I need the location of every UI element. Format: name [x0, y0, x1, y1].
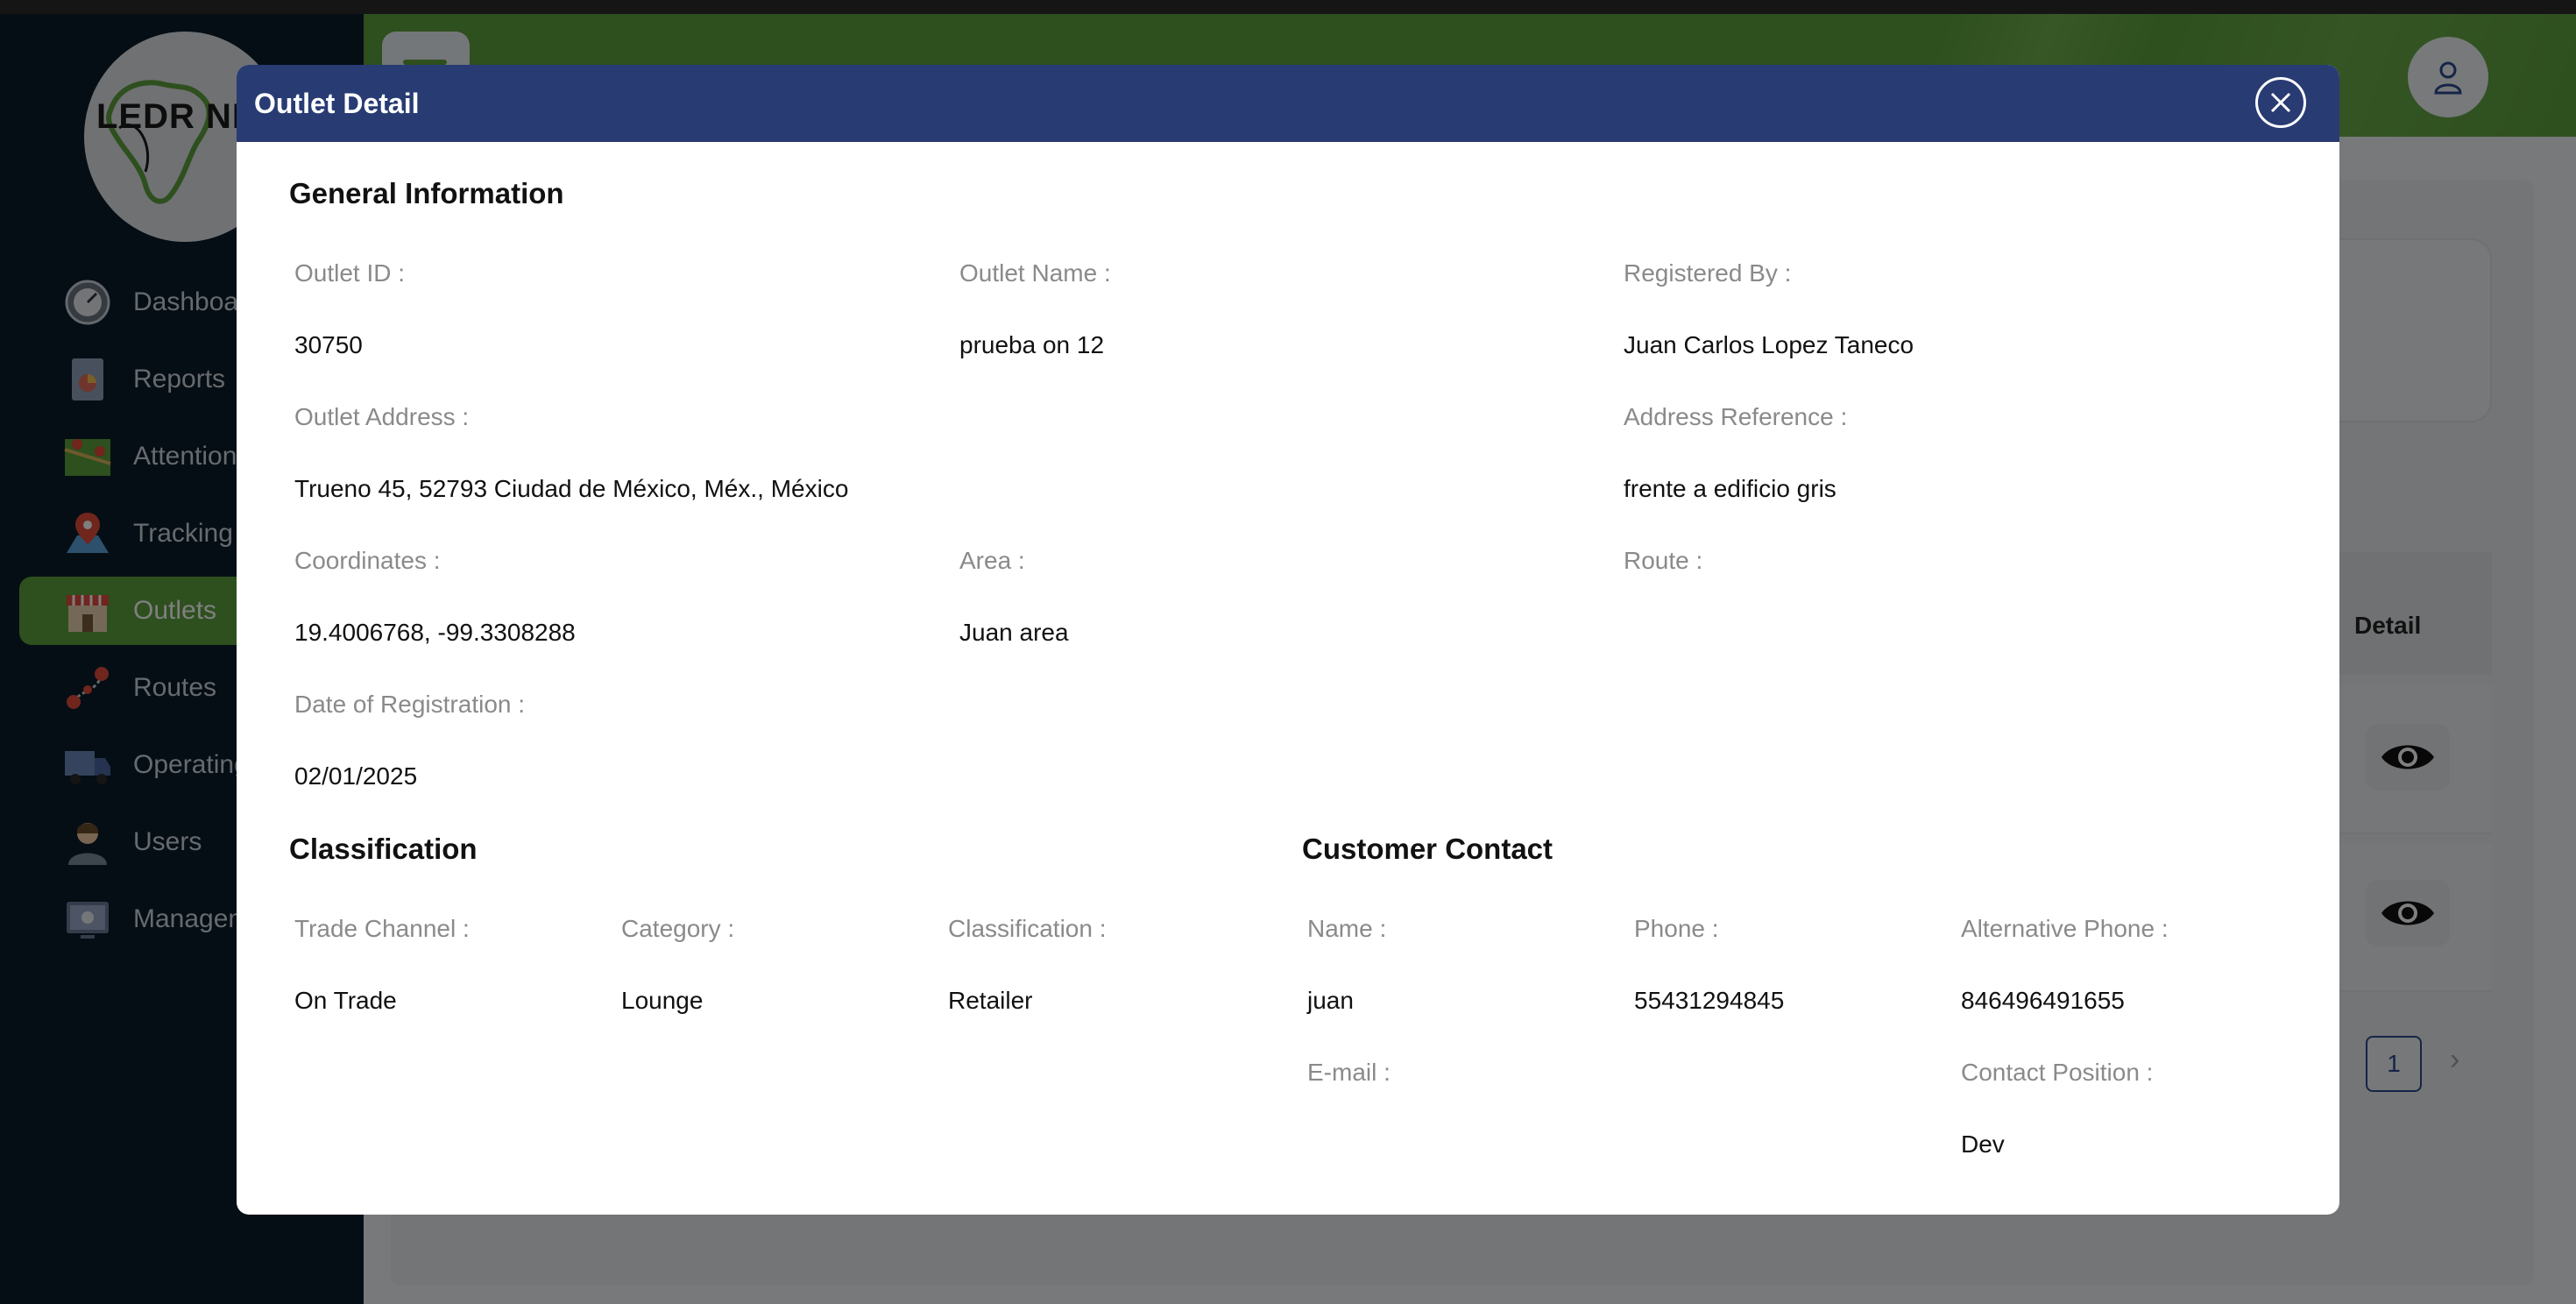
- category-value: Lounge: [621, 987, 704, 1014]
- coordinates-value: 19.4006768, -99.3308288: [294, 619, 576, 646]
- area-label: Area :: [959, 547, 1025, 574]
- outlet-detail-modal: Outlet Detail General Information Outlet…: [237, 65, 2339, 1215]
- phone-label: Phone :: [1634, 915, 1719, 942]
- outlet-name-value: prueba on 12: [959, 331, 1105, 358]
- section-title-classification: Classification: [289, 833, 478, 865]
- outlet-address-value: Trueno 45, 52793 Ciudad de México, Méx.,…: [294, 475, 849, 502]
- classification-value: Retailer: [948, 987, 1033, 1014]
- phone-value: 55431294845: [1634, 987, 1785, 1014]
- contact-position-label: Contact Position :: [1961, 1059, 2154, 1086]
- contact-name-label: Name :: [1307, 915, 1387, 942]
- alt-phone-label: Alternative Phone :: [1961, 915, 2169, 942]
- trade-channel-value: On Trade: [294, 987, 397, 1014]
- area-value: Juan area: [959, 619, 1069, 646]
- contact-position-value: Dev: [1961, 1130, 2005, 1158]
- outlet-address-label: Outlet Address :: [294, 403, 470, 430]
- registered-by-label: Registered By :: [1624, 259, 1792, 287]
- outlet-name-label: Outlet Name :: [959, 259, 1111, 287]
- registered-by-value: Juan Carlos Lopez Taneco: [1624, 331, 1914, 358]
- address-reference-value: frente a edificio gris: [1624, 475, 1836, 502]
- coordinates-label: Coordinates :: [294, 547, 441, 574]
- date-registration-value: 02/01/2025: [294, 762, 418, 790]
- address-reference-label: Address Reference :: [1624, 403, 1848, 430]
- classification-label: Classification :: [948, 915, 1107, 942]
- alt-phone-value: 846496491655: [1961, 987, 2125, 1014]
- contact-name-value: juan: [1307, 987, 1354, 1014]
- route-label: Route :: [1624, 547, 1703, 574]
- modal-header: Outlet Detail: [237, 65, 2339, 142]
- modal-title: Outlet Detail: [254, 87, 420, 119]
- date-registration-label: Date of Registration :: [294, 691, 526, 718]
- outlet-id-label: Outlet ID :: [294, 259, 406, 287]
- close-icon: [2270, 92, 2291, 113]
- category-label: Category :: [621, 915, 735, 942]
- close-button[interactable]: [2255, 77, 2306, 128]
- trade-channel-label: Trade Channel :: [294, 915, 470, 942]
- email-label: E-mail :: [1307, 1059, 1391, 1086]
- section-title-contact: Customer Contact: [1302, 833, 1553, 865]
- section-title-general: General Information: [289, 177, 564, 209]
- outlet-id-value: 30750: [294, 331, 363, 358]
